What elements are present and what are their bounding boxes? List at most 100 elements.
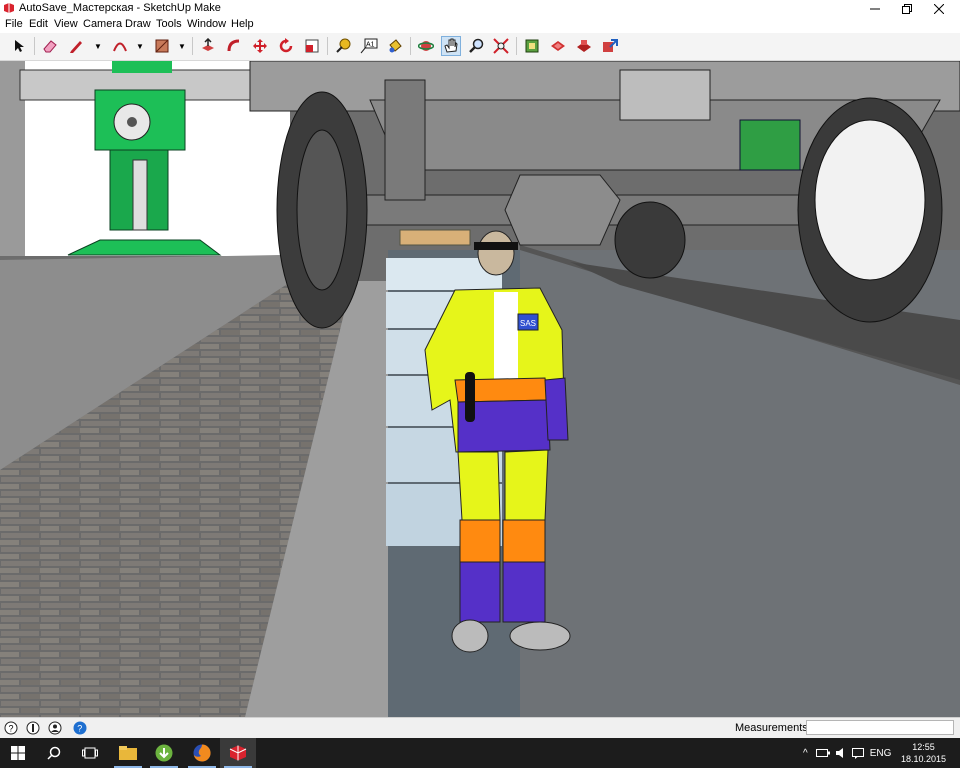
- measurements-label: Measurements: [735, 722, 808, 734]
- move-tool-button[interactable]: [250, 36, 270, 56]
- file-explorer-button[interactable]: [110, 738, 146, 768]
- geo-location-icon[interactable]: ?: [4, 721, 18, 735]
- clock-time: 12:55: [912, 742, 935, 752]
- volume-icon[interactable]: [835, 747, 847, 759]
- credits-icon[interactable]: [26, 721, 40, 735]
- restore-button[interactable]: [890, 0, 924, 17]
- close-button[interactable]: [922, 0, 956, 17]
- tray-up-arrow-icon[interactable]: ^: [803, 748, 808, 759]
- chat-icon[interactable]: [851, 747, 864, 759]
- rotate-tool-button[interactable]: [276, 36, 296, 56]
- zoom-extents-icon: [493, 38, 509, 54]
- arc-dropdown[interactable]: ▼: [135, 36, 145, 56]
- menu-camera[interactable]: Camera: [83, 18, 122, 30]
- file-explorer-icon: [119, 746, 137, 760]
- paint-bucket-tool-button[interactable]: [385, 36, 405, 56]
- start-button[interactable]: [0, 738, 36, 768]
- torrent-icon: [155, 744, 173, 762]
- tape-measure-icon: [336, 38, 351, 53]
- rotate-icon: [279, 38, 293, 53]
- eraser-icon: [43, 40, 57, 53]
- workshop-scene: SAS: [0, 61, 960, 717]
- sign-in-user-icon[interactable]: [48, 721, 62, 735]
- menu-bar: File Edit View Camera Draw Tools Window …: [0, 17, 960, 33]
- start-icon: [11, 746, 25, 760]
- menu-view[interactable]: View: [54, 18, 78, 30]
- rectangle-tool-button[interactable]: [152, 36, 172, 56]
- measurements-input[interactable]: [806, 720, 954, 735]
- select-arrow-icon: [15, 40, 24, 52]
- arc-icon: [113, 42, 127, 52]
- model-viewport[interactable]: SAS: [0, 61, 960, 717]
- sketchup-icon: [229, 745, 247, 761]
- line-dropdown[interactable]: ▼: [93, 36, 103, 56]
- menu-edit[interactable]: Edit: [29, 18, 48, 30]
- menu-window[interactable]: Window: [187, 18, 226, 30]
- extension-warehouse-icon: [577, 40, 591, 52]
- warehouse-icon: [551, 41, 565, 51]
- pencil-icon: [70, 41, 82, 53]
- zoom-tool-button[interactable]: [466, 36, 486, 56]
- task-view-icon: [82, 747, 98, 759]
- zoom-magnifier-icon: [469, 38, 484, 53]
- follow-me-tool-button[interactable]: [224, 36, 244, 56]
- torrent-button[interactable]: [146, 738, 182, 768]
- language-indicator[interactable]: ENG: [870, 748, 892, 759]
- pan-hand-icon: [444, 38, 458, 53]
- text-tool-button[interactable]: A1: [359, 36, 379, 56]
- menu-draw[interactable]: Draw: [125, 18, 151, 30]
- components-button[interactable]: [522, 36, 542, 56]
- share-model-icon: [603, 39, 618, 52]
- share-model-button[interactable]: [600, 36, 620, 56]
- minimize-icon: [870, 8, 880, 9]
- scale-tool-button[interactable]: [302, 36, 322, 56]
- extension-warehouse-button[interactable]: [574, 36, 594, 56]
- follow-me-icon: [227, 39, 240, 52]
- select-tool-button[interactable]: [9, 36, 29, 56]
- pan-tool-button[interactable]: [441, 36, 461, 56]
- battery-icon[interactable]: [815, 748, 830, 758]
- arc-tool-button[interactable]: [110, 36, 130, 56]
- push-pull-icon: [202, 38, 214, 51]
- clock-date: 18.10.2015: [900, 754, 946, 764]
- line-tool-button[interactable]: [66, 36, 86, 56]
- orbit-icon: [418, 41, 434, 51]
- paint-bucket-icon: [389, 39, 402, 53]
- menu-tools[interactable]: Tools: [156, 18, 182, 30]
- system-tray: ^ ENG: [803, 738, 891, 768]
- scale-icon: [305, 39, 319, 53]
- worker-badge: SAS: [520, 319, 536, 328]
- title-bar: AutoSave_Мастерская - SketchUp Make: [0, 0, 960, 17]
- firefox-button[interactable]: [184, 738, 220, 768]
- window-title: AutoSave_Мастерская - SketchUp Make: [19, 2, 221, 14]
- sketchup-icon: [4, 3, 14, 13]
- eraser-tool-button[interactable]: [40, 36, 60, 56]
- move-icon: [253, 39, 267, 53]
- zoom-extents-tool-button[interactable]: [491, 36, 511, 56]
- status-bar: ? ? Measurements: [0, 717, 960, 739]
- restore-icon: [902, 3, 912, 14]
- toolbar: ▼ ▼ ▼ A1: [0, 33, 960, 61]
- menu-file[interactable]: File: [5, 18, 23, 30]
- sketchup-taskbar-button[interactable]: [220, 738, 256, 768]
- firefox-icon: [193, 744, 211, 762]
- search-button[interactable]: [36, 738, 72, 768]
- components-icon: [525, 39, 539, 53]
- svg-text:?: ?: [9, 724, 14, 734]
- search-icon: [47, 746, 61, 760]
- shape-dropdown[interactable]: ▼: [177, 36, 187, 56]
- task-view-button[interactable]: [72, 738, 108, 768]
- push-pull-tool-button[interactable]: [198, 36, 218, 56]
- clock[interactable]: 12:55 18.10.2015: [901, 741, 946, 765]
- windows-taskbar: ^ ENG 12:55 18.10.2015: [0, 738, 960, 768]
- 3d-warehouse-button[interactable]: [548, 36, 568, 56]
- svg-text:?: ?: [77, 724, 82, 734]
- minimize-button[interactable]: [858, 0, 892, 17]
- show-desktop-button[interactable]: [950, 738, 960, 768]
- menu-help[interactable]: Help: [231, 18, 254, 30]
- close-icon: [934, 3, 944, 14]
- orbit-tool-button[interactable]: [416, 36, 436, 56]
- rectangle-icon: [155, 39, 169, 53]
- tape-measure-tool-button[interactable]: [333, 36, 353, 56]
- instructor-help-icon[interactable]: ?: [73, 721, 87, 735]
